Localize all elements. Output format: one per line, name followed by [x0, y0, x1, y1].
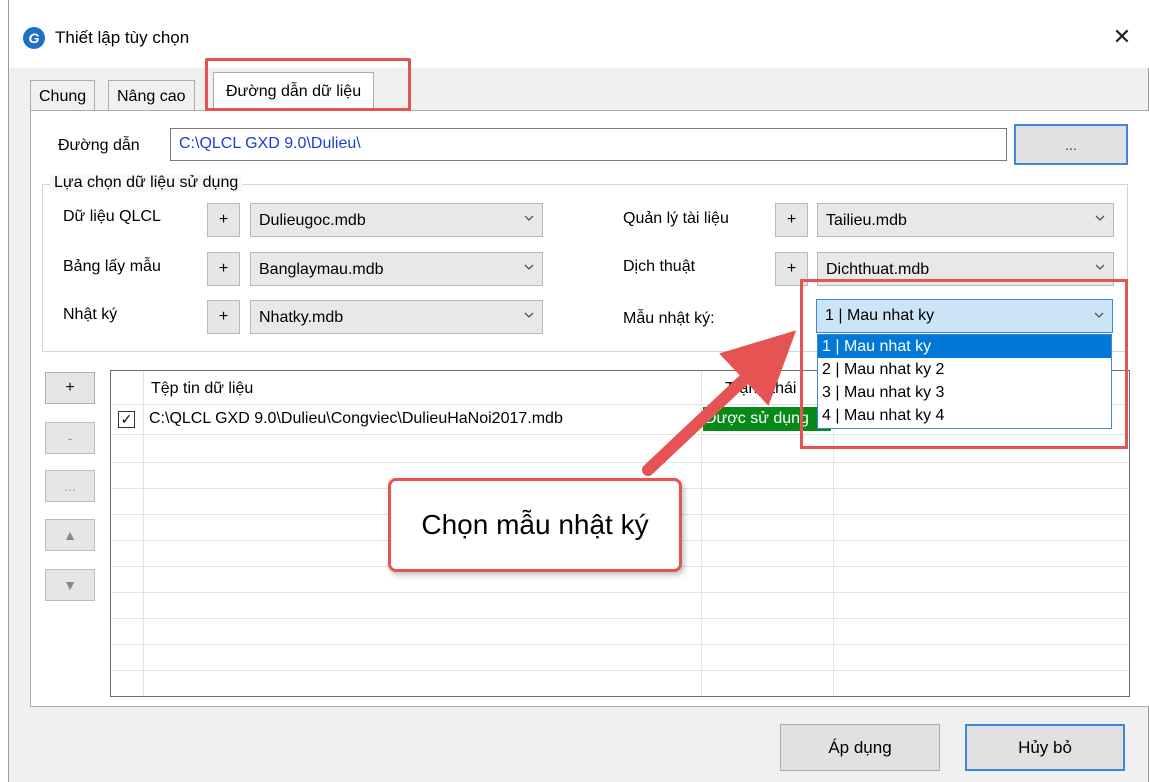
grid-row-line: [111, 462, 1129, 463]
add-nhat-ky-button[interactable]: +: [207, 300, 240, 334]
add-qlcl-button[interactable]: +: [207, 203, 240, 237]
tai-lieu-combo[interactable]: Tailieu.mdb: [817, 203, 1114, 237]
browse-button[interactable]: ...: [1014, 124, 1128, 165]
mau-nhat-ky-combo-value: 1 | Mau nhat ky: [825, 307, 935, 324]
title-bar: G Thiết lập tùy chọn ✕: [9, 0, 1149, 68]
chevron-down-icon: [524, 215, 534, 221]
path-label: Đường dẫn: [58, 137, 140, 154]
qlcl-combo-value: Dulieugoc.mdb: [259, 212, 366, 229]
dropdown-option[interactable]: 2 | Mau nhat ky 2: [818, 358, 1111, 381]
dich-thuat-combo-value: Dichthuat.mdb: [826, 261, 930, 278]
mau-nhat-ky-combo[interactable]: 1 | Mau nhat ky: [816, 299, 1113, 333]
grid-row-line: [111, 670, 1129, 671]
chevron-down-icon: [524, 312, 534, 318]
app-logo-icon: G: [23, 27, 45, 49]
field-label-dich-thuat: Dịch thuật: [623, 258, 696, 275]
dropdown-option[interactable]: 3 | Mau nhat ky 3: [818, 381, 1111, 404]
tai-lieu-combo-value: Tailieu.mdb: [826, 212, 907, 229]
add-dich-thuat-button[interactable]: +: [775, 252, 808, 286]
field-label-tai-lieu: Quản lý tài liệu: [623, 210, 729, 227]
bang-lay-mau-combo-value: Banglaymau.mdb: [259, 261, 384, 278]
dropdown-option[interactable]: 1 | Mau nhat ky: [818, 335, 1111, 358]
nhat-ky-combo-value: Nhatky.mdb: [259, 309, 344, 326]
window-title: Thiết lập tùy chọn: [55, 28, 190, 47]
tab-nang-cao[interactable]: Nâng cao: [108, 80, 195, 110]
grid-row-line: [111, 618, 1129, 619]
remove-file-button[interactable]: -: [45, 422, 95, 454]
chevron-down-icon: [1095, 264, 1105, 270]
field-label-nhat-ky: Nhật ký: [63, 306, 118, 323]
dropdown-option[interactable]: 4 | Mau nhat ky 4: [818, 404, 1111, 427]
apply-button[interactable]: Áp dụng: [780, 724, 940, 771]
column-header-file[interactable]: Tệp tin dữ liệu: [151, 380, 253, 398]
callout-box: Chọn mẫu nhật ký: [388, 478, 682, 572]
add-bang-lay-mau-button[interactable]: +: [207, 252, 240, 286]
tab-duong-dan-du-lieu[interactable]: Đường dẫn dữ liệu: [213, 72, 375, 111]
grid-row-line: [111, 644, 1129, 645]
grid-column-divider: [143, 371, 144, 696]
mau-nhat-ky-dropdown-list: 1 | Mau nhat ky 2 | Mau nhat ky 2 3 | Ma…: [817, 334, 1112, 429]
grid-column-divider: [701, 371, 702, 696]
grid-row-line: [111, 592, 1129, 593]
row-checkbox[interactable]: ✓: [118, 411, 135, 428]
group-title: Lựa chọn dữ liệu sử dụng: [50, 174, 243, 192]
cancel-button[interactable]: Hủy bỏ: [965, 724, 1125, 771]
field-label-qlcl: Dữ liệu QLCL: [63, 208, 161, 225]
chevron-down-icon: [1094, 312, 1104, 318]
nhat-ky-combo[interactable]: Nhatky.mdb: [250, 300, 543, 334]
column-header-status[interactable]: Trạng thái: [725, 380, 796, 398]
bang-lay-mau-combo[interactable]: Banglaymau.mdb: [250, 252, 543, 286]
row-file-path: C:\QLCL GXD 9.0\Dulieu\Congviec\DulieuHa…: [149, 410, 563, 427]
qlcl-combo[interactable]: Dulieugoc.mdb: [250, 203, 543, 237]
path-input[interactable]: C:\QLCL GXD 9.0\Dulieu\: [170, 128, 1007, 161]
add-tai-lieu-button[interactable]: +: [775, 203, 808, 237]
field-label-mau-nhat-ky: Mẫu nhật ký:: [623, 310, 715, 327]
more-options-button[interactable]: ...: [45, 470, 95, 502]
chevron-down-icon: [524, 264, 534, 270]
tab-chung[interactable]: Chung: [30, 80, 96, 110]
move-up-button[interactable]: ▲: [45, 519, 95, 551]
dich-thuat-combo[interactable]: Dichthuat.mdb: [817, 252, 1114, 286]
row-status-badge: Được sử dụng: [703, 407, 831, 431]
close-button[interactable]: ✕: [1104, 22, 1140, 52]
field-label-bang-lay-mau: Bảng lấy mẫu: [63, 258, 161, 275]
add-file-button[interactable]: +: [45, 372, 95, 404]
grid-row-line: [111, 434, 1129, 435]
chevron-down-icon: [1095, 215, 1105, 221]
move-down-button[interactable]: ▼: [45, 569, 95, 601]
